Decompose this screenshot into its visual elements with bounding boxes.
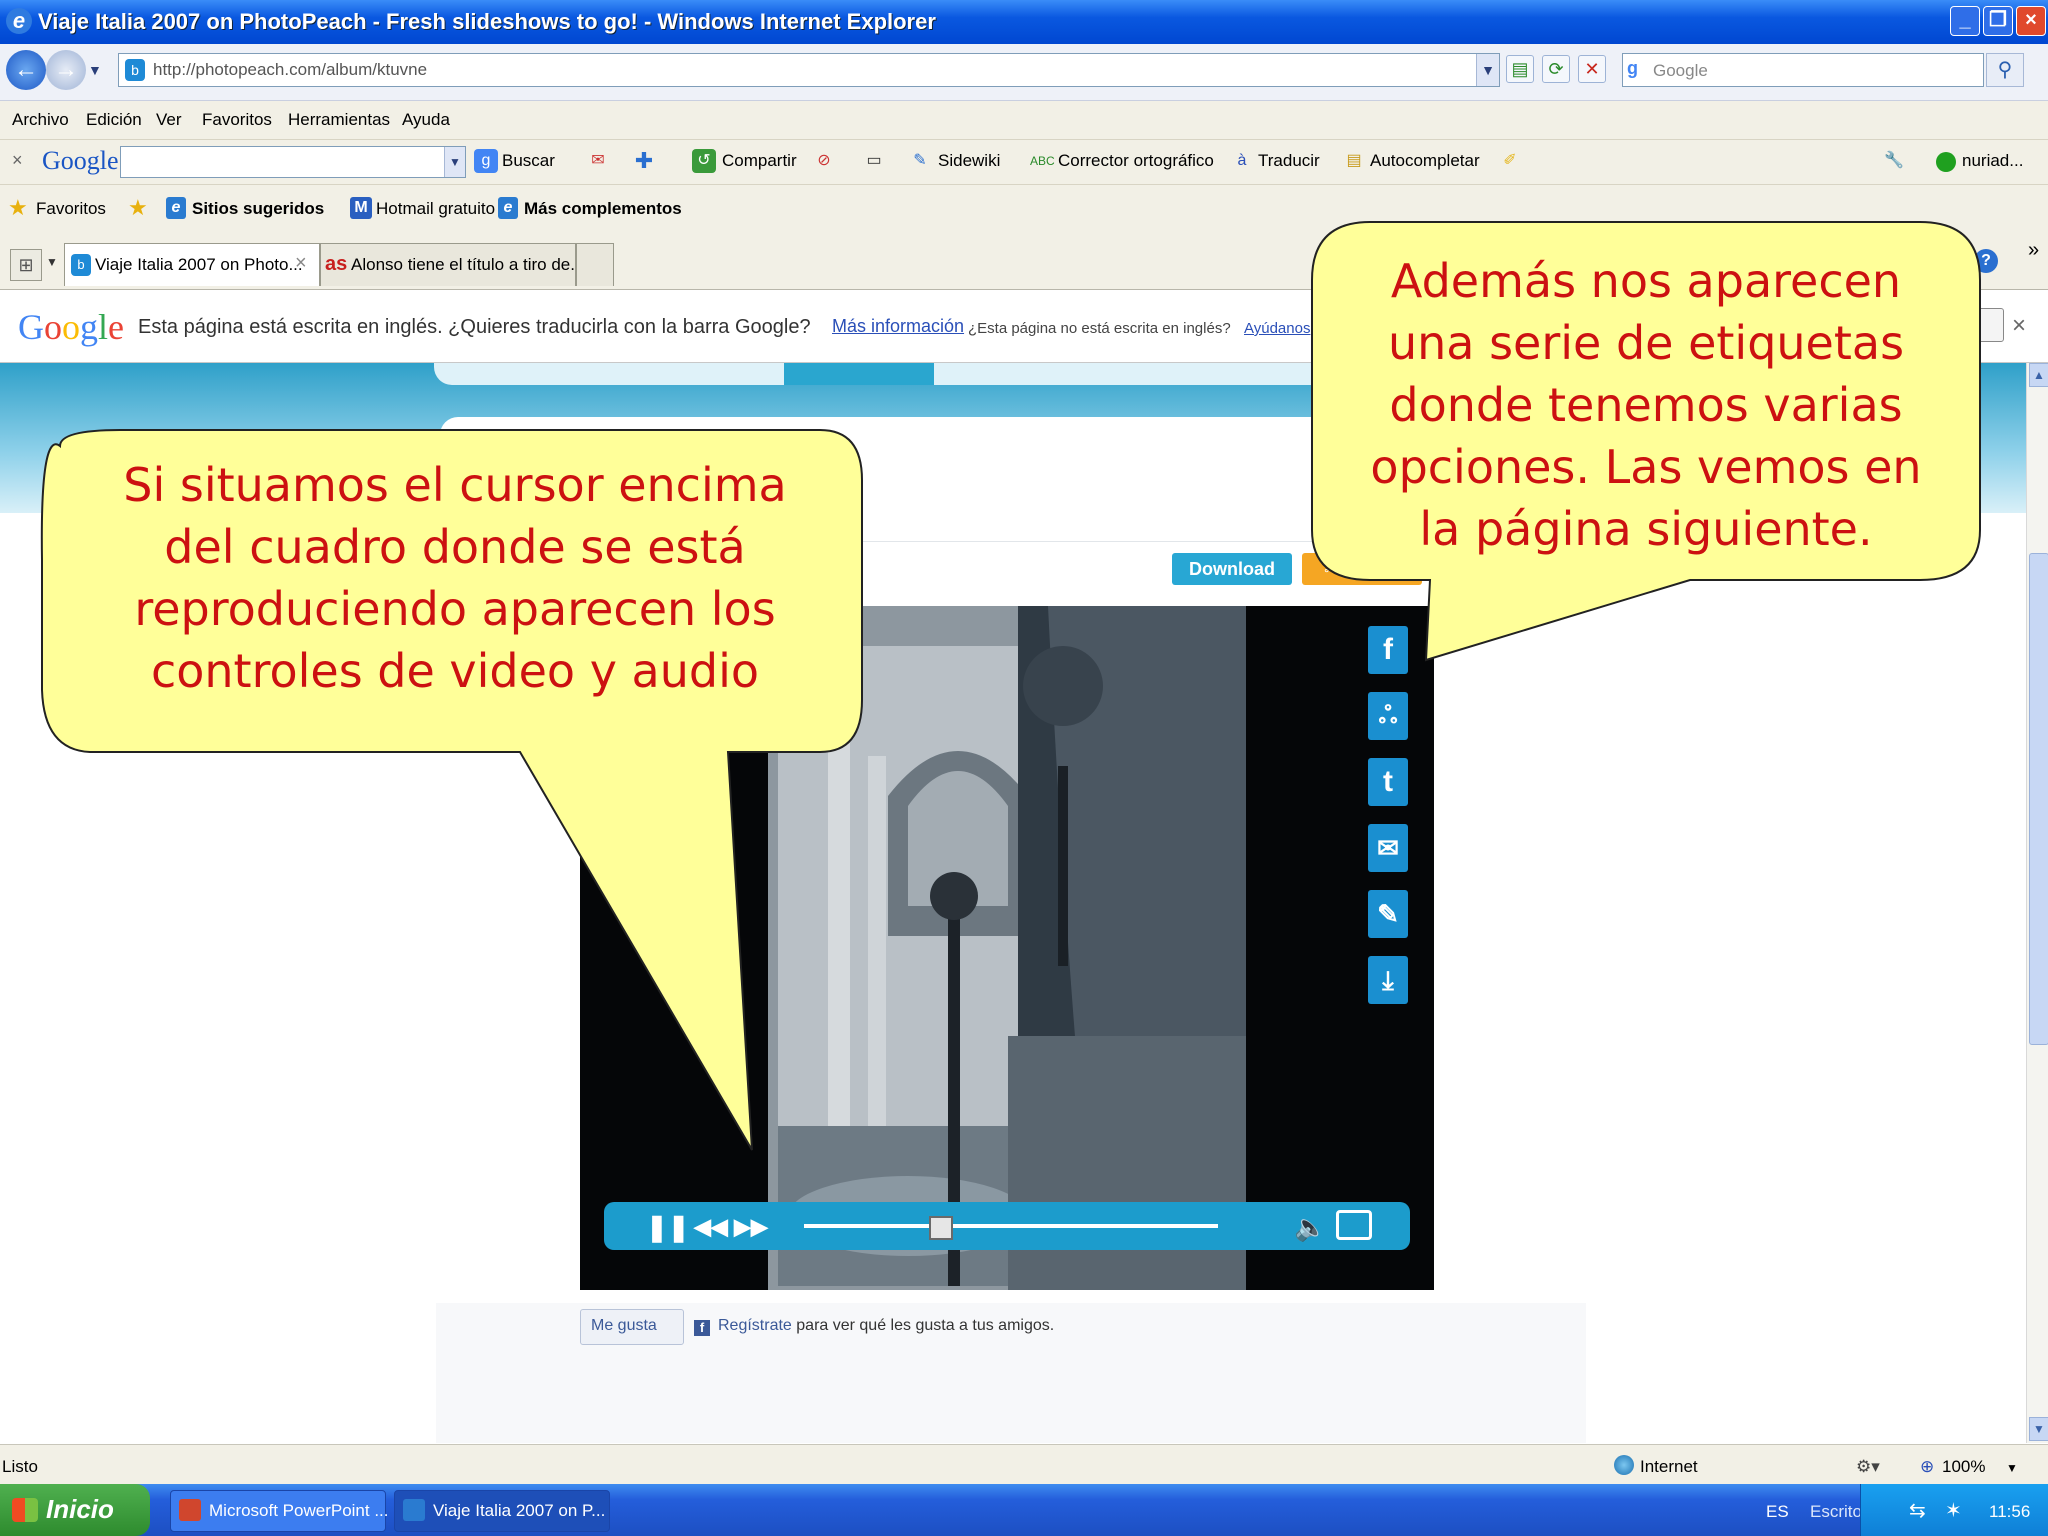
right-callout-line: la página siguiente. <box>1419 502 1873 556</box>
network-tray-icon[interactable]: ⇆ <box>1909 1498 1926 1523</box>
task-label: Viaje Italia 2007 on P... <box>433 1501 606 1520</box>
right-callout-line: una serie de etiquetas <box>1387 316 1905 370</box>
zone-text: Internet <box>1640 1457 1698 1476</box>
system-tray: ⇆ ✶ 11:56 <box>1860 1484 2048 1536</box>
left-callout-line: Si situamos el cursor encima <box>123 458 787 512</box>
start-label: Inicio <box>46 1494 114 1524</box>
right-callout-line: donde tenemos varias <box>1389 378 1903 432</box>
task-internet-explorer[interactable]: Viaje Italia 2007 on P... <box>394 1490 610 1532</box>
clock: 11:56 <box>1989 1502 2031 1521</box>
task-powerpoint[interactable]: Microsoft PowerPoint ... <box>170 1490 389 1532</box>
internet-zone-icon <box>1614 1455 1634 1475</box>
left-callout-line: controles de video y audio <box>150 644 760 698</box>
language-indicator[interactable]: ES <box>1766 1502 1789 1522</box>
zoom-dropdown-icon[interactable]: ▼ <box>2006 1461 2018 1475</box>
status-bar: Listo Internet ⚙▾ ⊕ 100% ▼ <box>0 1444 2048 1485</box>
windows-flag-icon <box>12 1498 38 1522</box>
taskbar: Inicio Microsoft PowerPoint ... Viaje It… <box>0 1484 2048 1536</box>
status-text: Listo <box>2 1457 38 1476</box>
task-label: Microsoft PowerPoint ... <box>209 1501 389 1520</box>
left-callout-text: Si situamos el cursor encima del cuadro … <box>60 454 850 702</box>
right-callout-line: opciones. Las vemos en <box>1370 440 1922 494</box>
left-callout-line: reproduciendo aparecen los <box>134 582 776 636</box>
powerpoint-icon <box>179 1499 201 1521</box>
callout-shapes <box>40 221 1981 1151</box>
zoom-level[interactable]: 100% <box>1942 1457 1985 1477</box>
right-callout-line: Además nos aparecen <box>1390 254 1902 308</box>
right-callout-text: Además nos aparecen una serie de etiquet… <box>1320 250 1972 560</box>
protected-mode-icon[interactable]: ⚙▾ <box>1856 1457 1880 1477</box>
start-button[interactable]: Inicio <box>0 1484 150 1536</box>
tray-star-icon[interactable]: ✶ <box>1945 1498 1962 1523</box>
zoom-icon: ⊕ <box>1920 1457 1935 1476</box>
left-callout-line: del cuadro donde se está <box>164 520 746 574</box>
ie-task-icon <box>403 1499 425 1521</box>
